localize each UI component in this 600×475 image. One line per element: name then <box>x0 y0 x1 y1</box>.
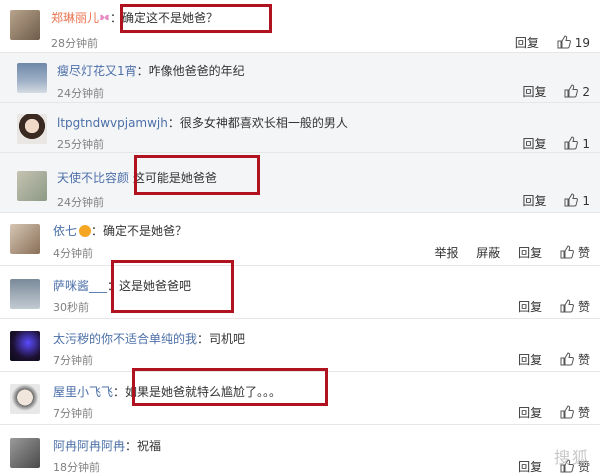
separator: ： <box>167 116 180 130</box>
comment-row: 郑琳丽儿 ：确定这不是她爸？ 28分钟前 回复 19 <box>0 0 600 53</box>
reply-row: 天使不比容颜 这可能是她爸爸 24分钟前 回复 1 <box>0 153 600 213</box>
username[interactable]: 瘦尽灯花又1宵 <box>57 64 137 78</box>
thumbs-up-icon <box>564 84 579 98</box>
block-button[interactable]: 屏蔽 <box>476 244 500 261</box>
username[interactable]: 天使不比容颜 <box>57 171 129 185</box>
thumbs-up-icon <box>560 299 574 313</box>
separator: ： <box>113 385 126 399</box>
username[interactable]: 太污秽的你不适合单纯的我 <box>53 332 197 346</box>
like-label: 赞 <box>577 246 590 260</box>
reply-button[interactable]: 回复 <box>518 244 542 261</box>
username[interactable]: 郑琳丽儿 <box>51 11 99 25</box>
separator: ： <box>91 224 104 238</box>
avatar[interactable] <box>10 10 40 40</box>
reply-row: 瘦尽灯花又1宵：咋像他爸爸的年纪 24分钟前 回复 2 <box>0 53 600 103</box>
reply-button[interactable]: 回复 <box>523 83 547 100</box>
username[interactable]: ltpgtndwvpjamwjh <box>57 116 168 130</box>
comment-text: 祝福 <box>137 439 162 453</box>
avatar[interactable] <box>10 279 40 309</box>
reply-row: ltpgtndwvpjamwjh：很多女神都喜欢长相一般的男人 25分钟前 回复… <box>0 103 600 153</box>
username[interactable]: 萨咪酱___ <box>53 279 107 293</box>
report-button[interactable]: 举报 <box>434 244 458 261</box>
reply-button[interactable]: 回复 <box>518 351 542 368</box>
reply-button[interactable]: 回复 <box>523 192 547 209</box>
thumbs-up-icon <box>557 35 571 49</box>
like-button[interactable]: 1 <box>564 136 590 151</box>
comment-row: 阿冉阿冉阿冉：祝福 18分钟前 回复 赞 <box>0 425 600 475</box>
thumbs-up-icon <box>560 352 574 366</box>
timestamp: 24分钟前 <box>57 87 104 100</box>
avatar[interactable] <box>10 438 40 468</box>
comment-text: 确定不是她爸？ <box>103 224 188 238</box>
separator: ： <box>125 439 138 453</box>
like-button[interactable]: 赞 <box>560 244 590 261</box>
avatar[interactable] <box>17 114 47 144</box>
reply-button[interactable]: 回复 <box>518 298 542 315</box>
thumbs-up-icon <box>564 136 579 150</box>
like-button[interactable]: 1 <box>564 193 590 208</box>
comment-text: 很多女神都喜欢长相一般的男人 <box>179 116 348 130</box>
like-count: 19 <box>574 36 590 50</box>
separator: ： <box>136 64 149 78</box>
comment-row: 太污秽的你不适合单纯的我：司机吧 7分钟前 回复 赞 <box>0 319 600 372</box>
separator: ： <box>197 332 210 346</box>
like-label: 赞 <box>577 353 590 367</box>
timestamp: 30秒前 <box>53 301 89 314</box>
timestamp: 4分钟前 <box>53 247 93 260</box>
timestamp: 7分钟前 <box>53 354 93 367</box>
like-button[interactable]: 赞 <box>560 404 590 421</box>
timestamp: 24分钟前 <box>57 196 104 209</box>
avatar[interactable] <box>17 63 47 93</box>
timestamp: 18分钟前 <box>53 461 100 474</box>
reply-button[interactable]: 回复 <box>523 135 547 152</box>
like-button[interactable]: 赞 <box>560 351 590 368</box>
like-button[interactable]: 2 <box>564 84 590 99</box>
reply-button[interactable]: 回复 <box>518 458 542 475</box>
reply-button[interactable]: 回复 <box>515 34 539 51</box>
like-count: 1 <box>582 194 590 208</box>
highlight-box <box>132 368 328 406</box>
avatar[interactable] <box>17 171 47 201</box>
comment-text: 咋像他爸爸的年纪 <box>148 64 245 78</box>
avatar[interactable] <box>10 331 40 361</box>
username[interactable]: 阿冉阿冉阿冉 <box>53 439 125 453</box>
like-label: 赞 <box>577 300 590 314</box>
highlight-box <box>120 4 272 33</box>
highlight-box <box>111 260 234 313</box>
thumbs-up-icon <box>564 193 579 207</box>
butterfly-icon <box>99 12 110 23</box>
thumbs-up-icon <box>560 245 574 259</box>
username[interactable]: 依七 <box>53 224 77 238</box>
comment-row: 萨咪酱___：这是她爸爸吧 30秒前 回复 赞 <box>0 266 600 319</box>
like-label: 赞 <box>577 406 590 420</box>
highlight-box <box>134 155 260 195</box>
like-count: 1 <box>582 137 590 151</box>
like-button[interactable]: 19 <box>557 35 590 50</box>
comment-text: 司机吧 <box>209 332 246 346</box>
avatar[interactable] <box>10 224 40 254</box>
watermark: 搜狐 <box>553 448 590 467</box>
timestamp: 25分钟前 <box>57 138 104 151</box>
comment-row: 依七 ：确定不是她爸？ 4分钟前 举报 屏蔽 回复 赞 <box>0 213 600 266</box>
reply-button[interactable]: 回复 <box>518 404 542 421</box>
thumbs-up-icon <box>560 405 574 419</box>
like-count: 2 <box>582 85 590 99</box>
avatar[interactable] <box>10 384 40 414</box>
timestamp: 28分钟前 <box>51 37 98 50</box>
like-button[interactable]: 赞 <box>560 298 590 315</box>
timestamp: 7分钟前 <box>53 407 93 420</box>
vip-badge-icon <box>79 225 92 237</box>
username[interactable]: 屋里小飞飞 <box>53 385 113 399</box>
